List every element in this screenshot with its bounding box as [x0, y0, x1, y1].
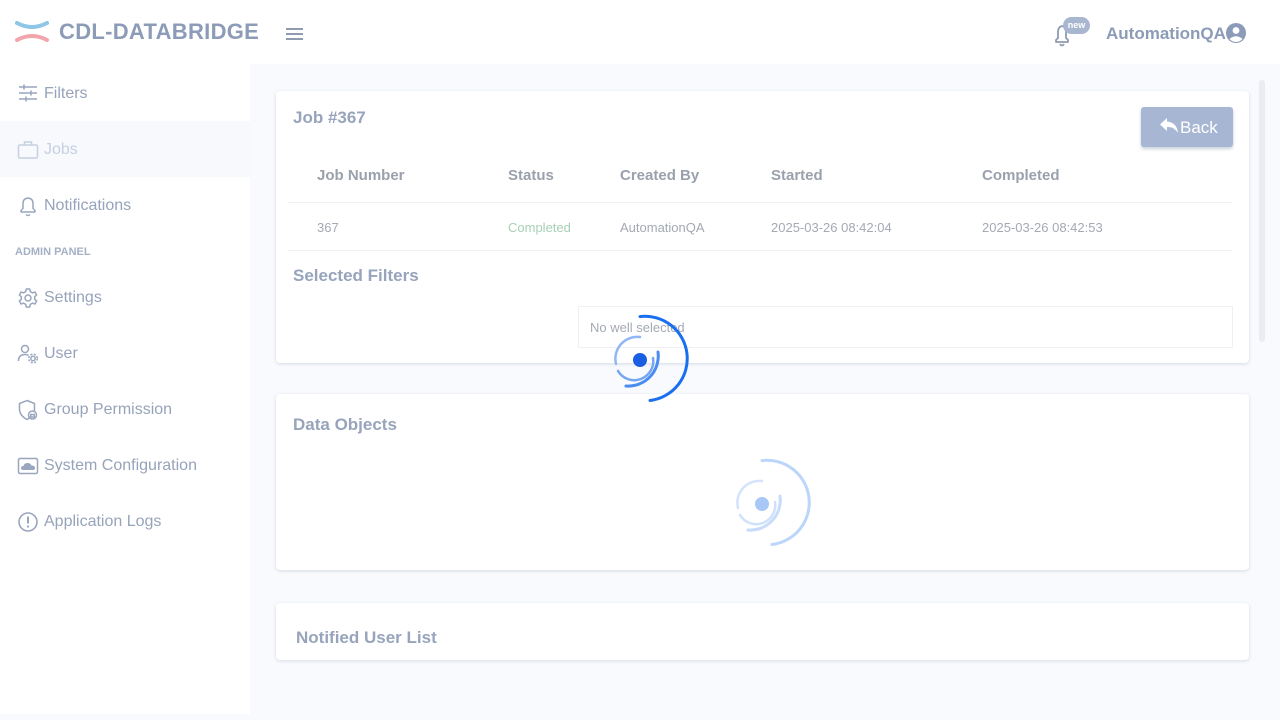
back-button-label: Back — [1180, 118, 1218, 137]
status-cell: Completed — [508, 220, 571, 235]
sliders-icon — [19, 84, 37, 102]
reply-arrow-icon — [1160, 118, 1178, 133]
user-settings-icon — [17, 344, 39, 364]
column-header-completed: Completed — [982, 167, 1060, 184]
data-objects-title: Data Objects — [293, 415, 397, 434]
shield-lock-icon — [18, 399, 38, 421]
alert-circle-icon — [18, 512, 38, 532]
sidebar-item-label: Notifications — [44, 197, 132, 214]
column-header-started: Started — [771, 167, 823, 184]
briefcase-icon — [17, 141, 39, 159]
top-bar: CDL-DATABRIDGE new AutomationQA — [0, 0, 1280, 64]
table-divider — [288, 250, 1232, 251]
sidebar-item-label: Filters — [44, 85, 88, 102]
user-name[interactable]: AutomationQA — [1106, 24, 1226, 44]
sidebar-item-group-permission[interactable]: Group Permission — [0, 381, 250, 437]
column-header-created-by: Created By — [620, 167, 700, 184]
menu-toggle-icon[interactable] — [284, 26, 306, 42]
job-title: Job #367 — [293, 108, 366, 127]
job-number-cell: 367 — [317, 220, 339, 235]
created-by-cell: AutomationQA — [620, 220, 705, 235]
column-header-job-number: Job Number — [317, 167, 405, 184]
sidebar-item-label: Application Logs — [44, 513, 162, 530]
column-header-status: Status — [508, 167, 554, 184]
table-divider — [288, 202, 1232, 203]
sidebar-item-settings[interactable]: Settings — [0, 269, 250, 325]
sidebar-item-system-configuration[interactable]: System Configuration — [0, 437, 250, 493]
sidebar-item-label: Settings — [44, 289, 102, 306]
sidebar-item-label: Group Permission — [44, 401, 173, 418]
cloud-monitor-icon — [17, 457, 39, 475]
back-button[interactable]: Back — [1141, 107, 1233, 147]
account-circle-icon[interactable] — [1225, 22, 1247, 44]
completed-cell: 2025-03-26 08:42:53 — [982, 220, 1103, 235]
sidebar: Filters Jobs Notifications ADMIN PANEL S — [0, 64, 250, 714]
loading-spinner-icon — [736, 458, 811, 546]
gear-icon — [18, 288, 38, 308]
sidebar-item-user[interactable]: User — [0, 325, 250, 381]
sidebar-item-filters[interactable]: Filters — [0, 65, 250, 121]
new-badge: new — [1063, 17, 1090, 34]
admin-panel-header: ADMIN PANEL — [15, 246, 91, 258]
sidebar-item-label: System Configuration — [44, 457, 197, 474]
sidebar-item-notifications[interactable]: Notifications — [0, 177, 250, 233]
loading-spinner-icon — [614, 314, 689, 402]
sidebar-item-jobs[interactable]: Jobs — [0, 121, 250, 177]
bell-icon — [20, 197, 36, 217]
notified-user-list-card: Notified User List — [276, 603, 1249, 660]
scrollbar-thumb[interactable] — [1259, 80, 1265, 342]
job-details-card: Job #367 Back Job Number Status Created … — [276, 91, 1249, 363]
sidebar-item-application-logs[interactable]: Application Logs — [0, 493, 250, 549]
notified-user-list-title: Notified User List — [296, 628, 437, 647]
selected-filters-title: Selected Filters — [293, 266, 419, 285]
brand-name: CDL-DATABRIDGE — [59, 19, 260, 44]
sidebar-item-label: Jobs — [44, 141, 78, 158]
started-cell: 2025-03-26 08:42:04 — [771, 220, 892, 235]
sidebar-item-label: User — [44, 345, 78, 362]
databridge-logo-icon — [15, 21, 49, 42]
